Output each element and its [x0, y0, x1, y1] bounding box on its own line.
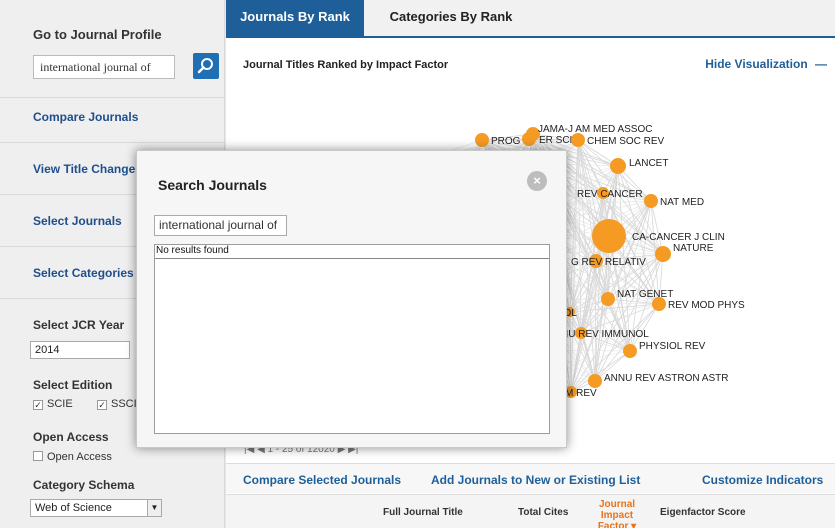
- journal-search-dialog-input[interactable]: international journal of: [154, 215, 287, 236]
- dialog-title: Search Journals: [158, 177, 267, 193]
- search-journals-dialog: Search Journals × international journal …: [136, 150, 567, 448]
- close-icon[interactable]: ×: [527, 171, 547, 191]
- search-results-list[interactable]: No results found: [154, 244, 550, 434]
- no-results-message: No results found: [156, 245, 229, 256]
- results-area: [155, 258, 549, 433]
